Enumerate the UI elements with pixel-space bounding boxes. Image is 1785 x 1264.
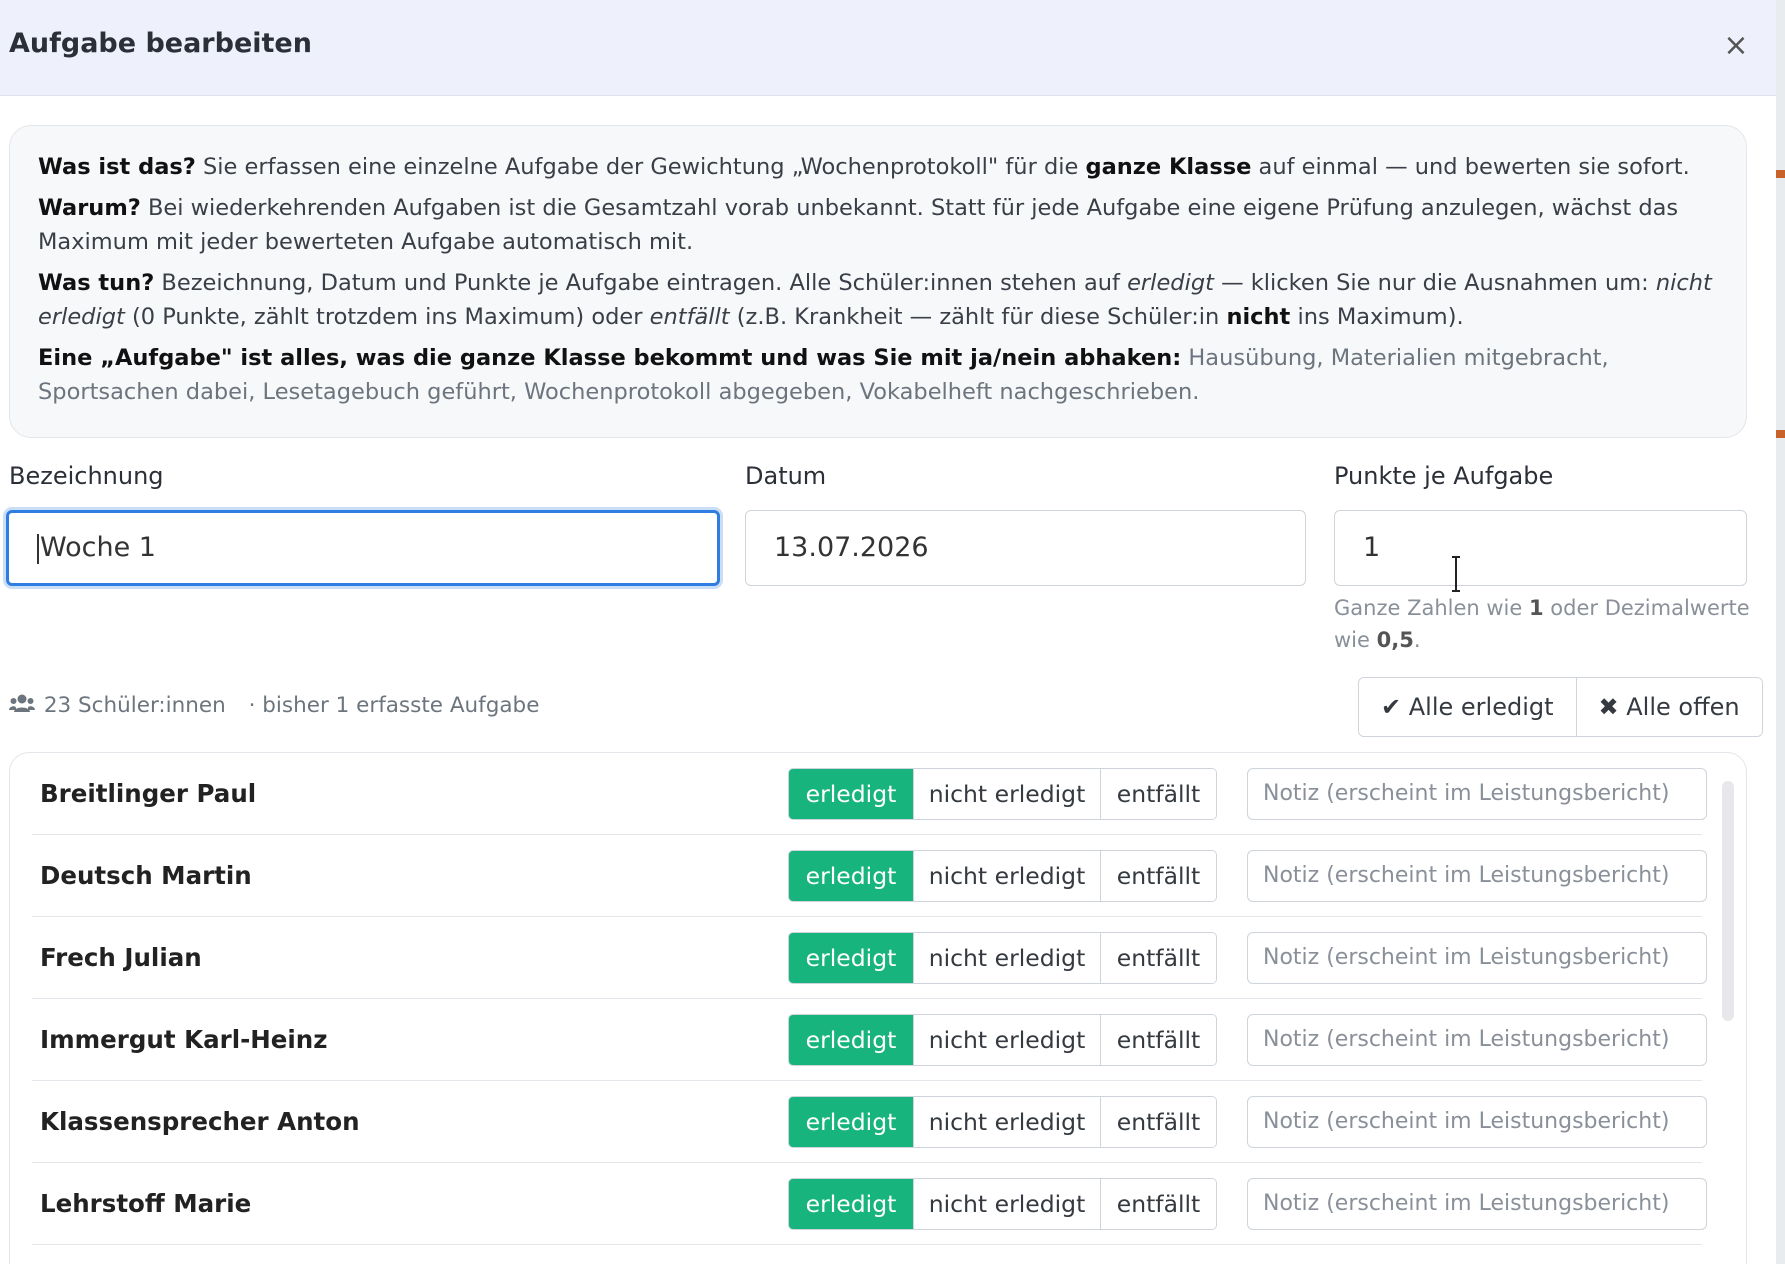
student-name: Deutsch Martin bbox=[40, 861, 252, 890]
summary-line: 23 Schüler:innen · bisher 1 erfasste Auf… bbox=[9, 693, 539, 719]
punkte-input[interactable]: 1 bbox=[1334, 510, 1747, 586]
datum-label: Datum bbox=[745, 462, 827, 490]
info-emphasis: ganze Klasse bbox=[1085, 154, 1252, 180]
all-open-button[interactable]: ✖ Alle offen bbox=[1575, 678, 1762, 736]
status-done-button[interactable]: erledigt bbox=[789, 1015, 913, 1065]
status-not-done-button[interactable]: nicht erledigt bbox=[913, 1097, 1100, 1147]
modal-header: Aufgabe bearbeiten × bbox=[0, 0, 1776, 96]
note-input[interactable]: Notiz (erscheint im Leistungsbericht) bbox=[1247, 1178, 1707, 1230]
student-row: Lehrstoff Marie erledigt nicht erledigt … bbox=[32, 1163, 1707, 1245]
student-name: Klassensprecher Anton bbox=[40, 1107, 360, 1136]
student-count: 23 Schüler:innen bbox=[43, 693, 226, 718]
status-done-button[interactable]: erledigt bbox=[789, 933, 913, 983]
status-toggle: erledigt nicht erledigt entfällt bbox=[788, 1178, 1217, 1230]
status-excused-button[interactable]: entfällt bbox=[1100, 1015, 1216, 1065]
note-input[interactable]: Notiz (erscheint im Leistungsbericht) bbox=[1247, 1014, 1707, 1066]
info-what: Was ist das? Sie erfassen eine einzelne … bbox=[38, 150, 1718, 184]
status-toggle: erledigt nicht erledigt entfällt bbox=[788, 1096, 1217, 1148]
status-excused-button[interactable]: entfällt bbox=[1100, 933, 1216, 983]
x-icon: ✖ bbox=[1598, 693, 1619, 721]
student-row: Breitlinger Paul erledigt nicht erledigt… bbox=[32, 753, 1707, 835]
info-text: ins Maximum). bbox=[1290, 304, 1464, 330]
status-done-button[interactable]: erledigt bbox=[789, 1097, 913, 1147]
status-excused-button[interactable]: entfällt bbox=[1100, 769, 1216, 819]
status-toggle: erledigt nicht erledigt entfällt bbox=[788, 1014, 1217, 1066]
scrollbar[interactable] bbox=[1722, 781, 1734, 1021]
all-done-label: Alle erledigt bbox=[1408, 693, 1554, 721]
hint-text: Ganze Zahlen wie bbox=[1334, 596, 1529, 620]
backdrop-strip bbox=[1776, 170, 1785, 178]
student-row: Klassensprecher Anton erledigt nicht erl… bbox=[32, 1081, 1707, 1163]
close-icon[interactable]: × bbox=[1722, 31, 1750, 61]
student-name: Lehrstoff Marie bbox=[40, 1189, 252, 1218]
status-excused-button[interactable]: entfällt bbox=[1100, 851, 1216, 901]
student-name: Breitlinger Paul bbox=[40, 779, 257, 808]
info-why: Warum? Bei wiederkehrenden Aufgaben ist … bbox=[38, 191, 1718, 259]
info-text: Bei wiederkehrenden Aufgaben ist die Ges… bbox=[38, 195, 1679, 255]
bezeichnung-input[interactable]: Woche 1 bbox=[6, 510, 720, 586]
info-text: Sie erfassen eine einzelne Aufgabe der G… bbox=[195, 154, 1086, 180]
note-input[interactable]: Notiz (erscheint im Leistungsbericht) bbox=[1247, 932, 1707, 984]
all-open-label: Alle offen bbox=[1626, 693, 1740, 721]
info-why-heading: Warum? bbox=[38, 195, 141, 221]
info-text: (0 Punkte, zählt trotzdem ins Maximum) o… bbox=[124, 304, 650, 330]
student-list: Breitlinger Paul erledigt nicht erledigt… bbox=[9, 752, 1747, 1264]
punkte-label: Punkte je Aufgabe bbox=[1334, 462, 1554, 490]
text-caret bbox=[37, 533, 39, 564]
hint-text: . bbox=[1413, 628, 1421, 652]
info-todo-heading: Was tun? bbox=[38, 270, 155, 296]
punkte-hint: Ganze Zahlen wie 1 oder Dezimalwerte wie… bbox=[1334, 592, 1754, 656]
status-excused-button[interactable]: entfällt bbox=[1100, 1179, 1216, 1229]
status-not-done-button[interactable]: nicht erledigt bbox=[913, 1179, 1100, 1229]
info-emphasis: nicht bbox=[1226, 304, 1291, 330]
status-not-done-button[interactable]: nicht erledigt bbox=[913, 769, 1100, 819]
student-row: Frech Julian erledigt nicht erledigt ent… bbox=[32, 917, 1707, 999]
all-done-button[interactable]: ✔ Alle erledigt bbox=[1359, 678, 1576, 736]
edit-task-modal: Aufgabe bearbeiten × Was ist das? Sie er… bbox=[0, 0, 1776, 1264]
bezeichnung-label: Bezeichnung bbox=[9, 462, 164, 490]
status-done-button[interactable]: erledigt bbox=[789, 851, 913, 901]
bulk-actions: ✔ Alle erledigt ✖ Alle offen bbox=[1358, 677, 1763, 737]
status-toggle: erledigt nicht erledigt entfällt bbox=[788, 768, 1217, 820]
hint-emphasis: 1 bbox=[1528, 596, 1544, 620]
status-done-button[interactable]: erledigt bbox=[789, 1179, 913, 1229]
info-todo: Was tun? Bezeichnung, Datum und Punkte j… bbox=[38, 266, 1718, 334]
student-row: Deutsch Martin erledigt nicht erledigt e… bbox=[32, 835, 1707, 917]
status-not-done-button[interactable]: nicht erledigt bbox=[913, 851, 1100, 901]
status-excused-button[interactable]: entfällt bbox=[1100, 1097, 1216, 1147]
task-count: · bisher 1 erfasste Aufgabe bbox=[248, 693, 540, 718]
info-box: Was ist das? Sie erfassen eine einzelne … bbox=[9, 125, 1747, 438]
text-cursor-icon bbox=[1452, 556, 1460, 592]
student-row: Immergut Karl-Heinz erledigt nicht erled… bbox=[32, 999, 1707, 1081]
datum-input[interactable]: 13.07.2026 bbox=[745, 510, 1306, 586]
info-text: Bezeichnung, Datum und Punkte je Aufgabe… bbox=[154, 270, 1128, 296]
note-input[interactable]: Notiz (erscheint im Leistungsbericht) bbox=[1247, 768, 1707, 820]
hint-emphasis: 0,5 bbox=[1376, 628, 1414, 652]
info-text: — klicken Sie nur die Ausnahmen um: bbox=[1213, 270, 1656, 296]
student-name: Immergut Karl-Heinz bbox=[40, 1025, 328, 1054]
info-text: (z.B. Krankheit — zählt für diese Schüle… bbox=[729, 304, 1227, 330]
status-toggle: erledigt nicht erledigt entfällt bbox=[788, 850, 1217, 902]
info-text: auf einmal — und bewerten sie sofort. bbox=[1251, 154, 1690, 180]
info-what-heading: Was ist das? bbox=[38, 154, 196, 180]
modal-title: Aufgabe bearbeiten bbox=[9, 28, 312, 59]
info-examples-heading: Eine „Aufgabe" ist alles, was die ganze … bbox=[38, 345, 1182, 371]
status-not-done-button[interactable]: nicht erledigt bbox=[913, 1015, 1100, 1065]
status-done-button[interactable]: erledigt bbox=[789, 769, 913, 819]
note-input[interactable]: Notiz (erscheint im Leistungsbericht) bbox=[1247, 850, 1707, 902]
status-not-done-button[interactable]: nicht erledigt bbox=[913, 933, 1100, 983]
bezeichnung-value: Woche 1 bbox=[40, 532, 156, 563]
note-input[interactable]: Notiz (erscheint im Leistungsbericht) bbox=[1247, 1096, 1707, 1148]
info-examples: Eine „Aufgabe" ist alles, was die ganze … bbox=[38, 341, 1718, 409]
page-backdrop bbox=[1776, 0, 1785, 1264]
status-toggle: erledigt nicht erledigt entfällt bbox=[788, 932, 1217, 984]
info-emphasis: entfällt bbox=[649, 304, 730, 330]
info-emphasis: erledigt bbox=[1127, 270, 1214, 296]
backdrop-strip bbox=[1776, 430, 1785, 438]
users-icon bbox=[9, 693, 37, 719]
student-name: Frech Julian bbox=[40, 943, 202, 972]
check-icon: ✔ bbox=[1381, 693, 1402, 721]
